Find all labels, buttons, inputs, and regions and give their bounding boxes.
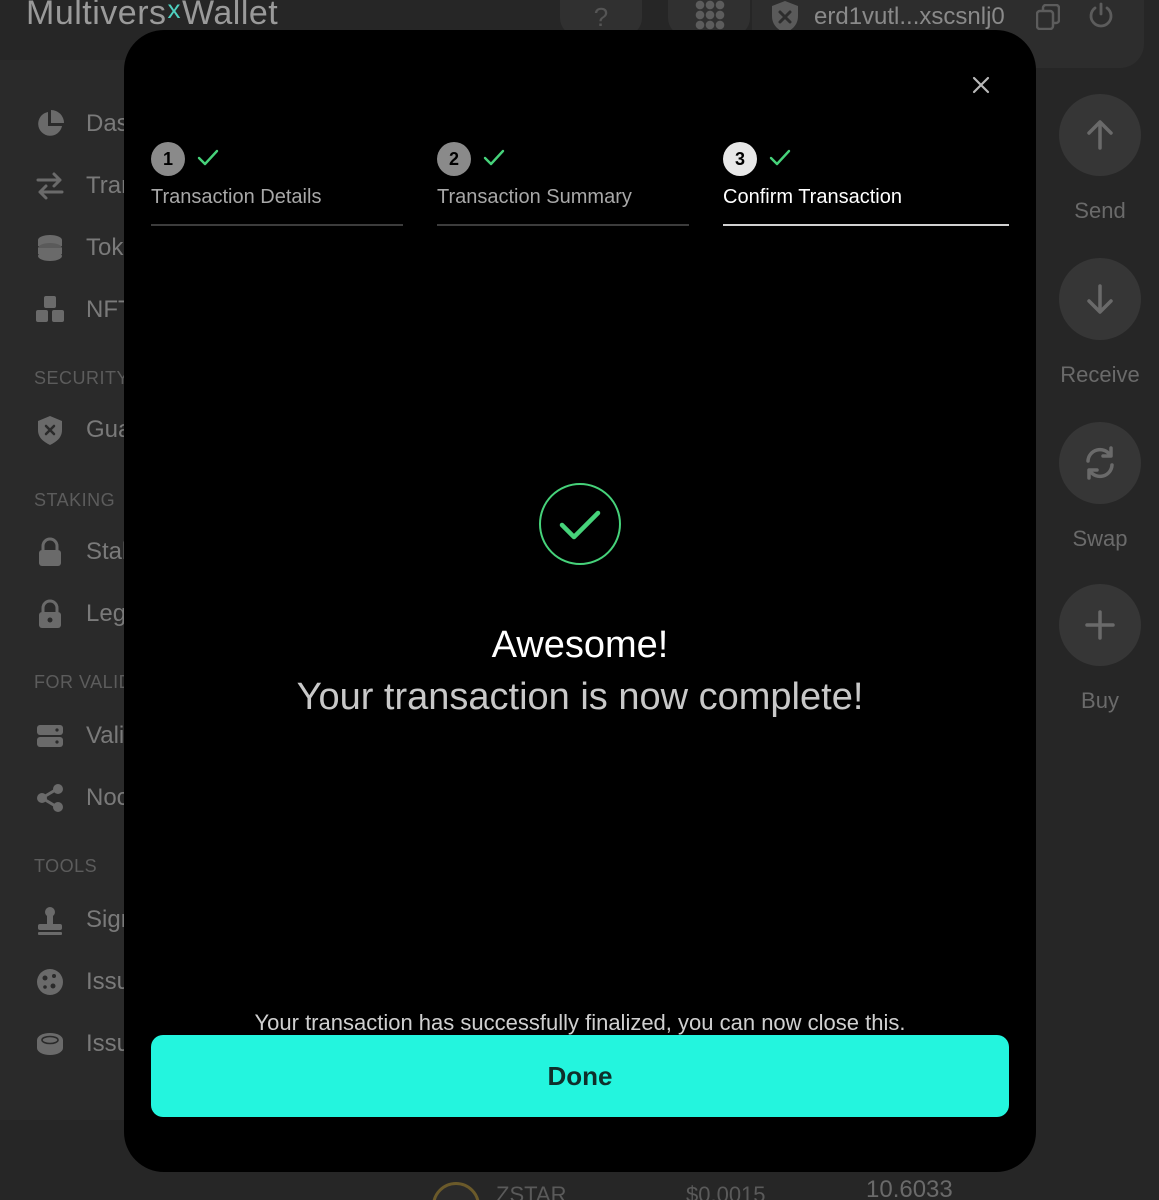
stamp-icon — [38, 907, 62, 935]
step-transaction-summary: 2 Transaction Summary — [437, 140, 689, 226]
sidebar-item-legacy-delegation[interactable]: Leg — [34, 594, 126, 634]
token-row[interactable]: ZSTAR $0.0015 10.6033 — [360, 1170, 980, 1200]
sidebar-item-issue-token[interactable]: Issu — [34, 1024, 130, 1064]
step-confirm-transaction: 3 Confirm Transaction — [723, 140, 1009, 226]
lock-icon — [39, 537, 61, 566]
sidebar-item-issue-nft[interactable]: Issu — [34, 962, 130, 1002]
receive-label: Receive — [1060, 362, 1140, 387]
logo-right-text: Wallet — [182, 0, 279, 32]
sidebar-item-label: Das — [86, 110, 129, 137]
sidebar-item-staking[interactable]: Stak — [34, 532, 134, 572]
plus-icon — [1085, 610, 1115, 640]
sidebar-item-validators[interactable]: Vali — [34, 716, 124, 756]
coin-icon — [37, 1033, 63, 1055]
help-icon: ? — [593, 2, 609, 32]
apps-grid-icon — [695, 0, 725, 30]
sidebar-item-label: Vali — [86, 722, 125, 749]
copy-icon[interactable] — [1036, 4, 1060, 30]
check-icon — [483, 149, 505, 166]
lock-icon — [39, 599, 61, 628]
logo-left-text: Multivers — [26, 0, 167, 32]
section-for-validators: FOR VALID — [34, 672, 133, 692]
coins-stack-icon — [38, 235, 62, 261]
sidebar-item-tokens[interactable]: Tok — [34, 228, 123, 268]
share-nodes-icon — [37, 784, 63, 812]
sidebar-item-dashboard[interactable]: Das — [34, 104, 129, 144]
step-number: 2 — [437, 142, 471, 176]
cookie-icon — [37, 969, 63, 995]
server-icon — [37, 725, 63, 747]
step-label: Confirm Transaction — [723, 186, 902, 208]
arrow-down-icon — [1087, 284, 1113, 314]
token-name: ZSTAR — [496, 1182, 567, 1200]
send-label: Send — [1074, 198, 1126, 223]
section-security: SECURITY — [34, 368, 130, 388]
success-subtitle: Your transaction is now complete! — [296, 676, 864, 718]
success-note: Your transaction has successfully finali… — [254, 1010, 906, 1035]
success-title: Awesome! — [491, 624, 669, 666]
buy-action[interactable]: Buy — [1058, 584, 1142, 714]
sidebar-item-transactions[interactable]: Tran — [34, 166, 134, 206]
sidebar-item-label: Tok — [86, 234, 124, 261]
check-icon — [197, 149, 219, 166]
token-price: $0.0015 — [686, 1182, 766, 1200]
section-tools: TOOLS — [34, 856, 98, 876]
step-label: Transaction Summary — [437, 186, 632, 208]
sidebar-item-nfts[interactable]: NFT — [34, 290, 133, 330]
receive-button[interactable] — [1059, 258, 1141, 340]
buy-button[interactable] — [1059, 584, 1141, 666]
cubes-icon — [36, 296, 64, 322]
arrow-up-icon — [1087, 120, 1113, 150]
check-icon — [769, 149, 791, 166]
sidebar-item-sign-message[interactable]: Sign — [34, 900, 134, 940]
success-check-icon — [539, 483, 621, 565]
swap-label: Swap — [1072, 526, 1128, 551]
account-address[interactable]: erd1vutl...xscsnlj0 — [814, 3, 1005, 31]
sidebar-item-nodes[interactable]: Noc — [34, 778, 129, 818]
close-icon[interactable] — [970, 74, 992, 96]
send-button[interactable] — [1059, 94, 1141, 176]
step-label: Transaction Details — [151, 186, 322, 208]
token-amount: 10.6033 — [866, 1176, 953, 1200]
swap-action[interactable]: Swap — [1058, 422, 1142, 552]
sidebar-item-guardian[interactable]: Gua — [34, 410, 131, 450]
transfer-arrows-icon — [36, 172, 64, 200]
swap-icon — [1086, 446, 1114, 480]
transaction-modal: 1 Transaction Details 2 Transaction Summ… — [124, 30, 1036, 1172]
sidebar-item-label: Noc — [86, 784, 129, 811]
power-icon[interactable] — [1088, 2, 1114, 28]
wallet-app: MultiversxWallet ? erd1vutl...xscsnlj0 D… — [0, 0, 1159, 1200]
guardian-shield-icon — [772, 1, 798, 33]
logo-x-mark: x — [167, 0, 182, 24]
swap-button[interactable] — [1059, 422, 1141, 504]
app-logo[interactable]: MultiversxWallet — [26, 0, 278, 33]
buy-label: Buy — [1081, 688, 1119, 713]
done-button[interactable]: Done — [151, 1035, 1009, 1117]
receive-action[interactable]: Receive — [1058, 258, 1142, 388]
section-staking: STAKING — [34, 490, 116, 510]
step-number: 3 — [723, 142, 757, 176]
sidebar-item-label: Leg — [86, 600, 127, 627]
pie-chart-icon — [38, 110, 64, 136]
token-logo-icon — [432, 1182, 480, 1200]
step-transaction-details: 1 Transaction Details — [151, 140, 403, 226]
step-number: 1 — [151, 142, 185, 176]
send-action[interactable]: Send — [1058, 94, 1142, 224]
shield-icon — [38, 416, 62, 445]
